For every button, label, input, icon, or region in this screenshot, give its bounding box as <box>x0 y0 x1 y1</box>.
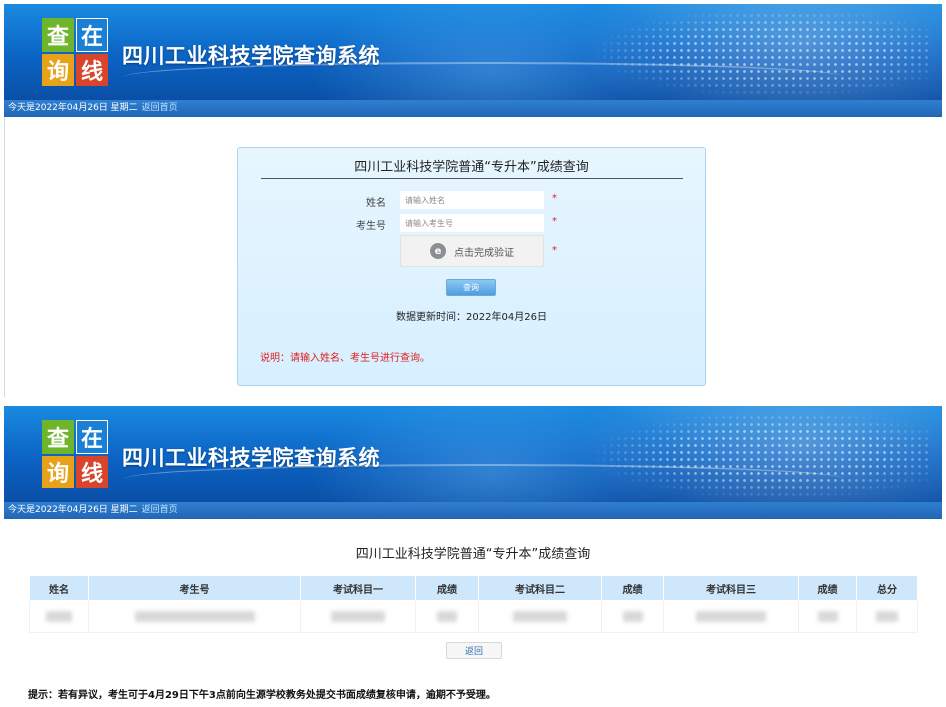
redacted-value <box>437 611 457 622</box>
home-link[interactable]: 返回首页 <box>142 505 178 515</box>
name-label: 姓名 <box>366 198 386 209</box>
form-title: 四川工业科技学院普通“专升本”成绩查询 <box>354 160 589 175</box>
instruction-note: 说明：请输入姓名、考生号进行查询。 <box>260 353 430 364</box>
name-input[interactable] <box>400 191 544 209</box>
logo-char: 在 <box>76 420 108 454</box>
table-row <box>29 600 918 633</box>
required-mark: * <box>552 245 557 256</box>
table-cell <box>478 600 602 633</box>
column-header: 成绩 <box>798 575 857 601</box>
results-title: 四川工业科技学院普通“专升本”成绩查询 <box>355 547 591 562</box>
back-button[interactable]: 返回 <box>446 642 502 659</box>
exam-id-label: 考生号 <box>356 221 386 232</box>
column-header: 成绩 <box>415 575 479 601</box>
exam-id-row: 考生号 * <box>238 214 705 232</box>
required-mark: * <box>552 193 557 204</box>
captcha-shield-icon: e <box>430 243 446 259</box>
results-table: 姓名 考生号 考试科目一 成绩 考试科目二 成绩 考试科目三 成绩 总分 <box>29 575 918 633</box>
table-cell <box>856 600 918 633</box>
column-header: 成绩 <box>601 575 664 601</box>
name-row: 姓名 * <box>238 191 705 209</box>
redacted-value <box>622 611 643 622</box>
title-divider <box>261 178 683 179</box>
table-cell <box>415 600 479 633</box>
date-text: 今天是2022年04月26日 星期二 <box>8 103 138 113</box>
column-header: 考生号 <box>88 575 301 601</box>
column-header: 总分 <box>856 575 918 601</box>
logo-char: 询 <box>42 456 74 488</box>
logo: 查 在 询 线 <box>42 18 108 86</box>
column-header: 姓名 <box>29 575 89 601</box>
table-header-row: 姓名 考生号 考试科目一 成绩 考试科目二 成绩 考试科目三 成绩 总分 <box>29 575 918 601</box>
redacted-value <box>696 611 766 622</box>
site-title: 四川工业科技学院查询系统 <box>122 446 380 470</box>
table-cell <box>663 600 799 633</box>
captcha-button[interactable]: e 点击完成验证 <box>400 235 544 267</box>
logo-char: 查 <box>42 420 74 454</box>
column-header: 考试科目三 <box>663 575 799 601</box>
redacted-value <box>876 611 898 622</box>
site-title: 四川工业科技学院查询系统 <box>122 44 380 68</box>
date-text: 今天是2022年04月26日 星期二 <box>8 505 138 515</box>
table-cell <box>300 600 416 633</box>
exam-id-input[interactable] <box>400 214 544 232</box>
table-cell <box>88 600 301 633</box>
query-form-card: 四川工业科技学院普通“专升本”成绩查询 姓名 * 考生号 * e 点击完成验证 … <box>237 147 706 386</box>
left-border <box>4 117 5 397</box>
appeal-tip: 提示：若有异议，考生可于4月29日下午3点前向生源学校教务处提交书面成绩复核申请… <box>28 690 496 701</box>
redacted-value <box>513 611 567 622</box>
update-time: 数据更新时间：2022年04月26日 <box>396 312 547 323</box>
column-header: 考试科目一 <box>300 575 416 601</box>
date-bar: 今天是2022年04月26日 星期二 返回首页 <box>4 502 942 519</box>
logo-char: 查 <box>42 18 74 52</box>
header-banner: 查 在 询 线 四川工业科技学院查询系统 <box>4 4 942 100</box>
table-cell <box>601 600 664 633</box>
date-bar: 今天是2022年04月26日 星期二 返回首页 <box>4 100 942 117</box>
redacted-value <box>331 611 385 622</box>
logo: 查 在 询 线 <box>42 420 108 488</box>
table-cell <box>798 600 857 633</box>
captcha-text: 点击完成验证 <box>454 247 514 259</box>
query-button[interactable]: 查询 <box>446 279 496 296</box>
logo-char: 在 <box>76 18 108 52</box>
logo-char: 询 <box>42 54 74 86</box>
redacted-value <box>817 611 838 622</box>
column-header: 考试科目二 <box>478 575 602 601</box>
logo-char: 线 <box>76 54 108 86</box>
table-cell <box>29 600 89 633</box>
redacted-value <box>134 611 255 622</box>
header-banner: 查 在 询 线 四川工业科技学院查询系统 <box>4 406 942 502</box>
redacted-value <box>46 611 72 622</box>
home-link[interactable]: 返回首页 <box>142 103 178 113</box>
logo-char: 线 <box>76 456 108 488</box>
required-mark: * <box>552 216 557 227</box>
